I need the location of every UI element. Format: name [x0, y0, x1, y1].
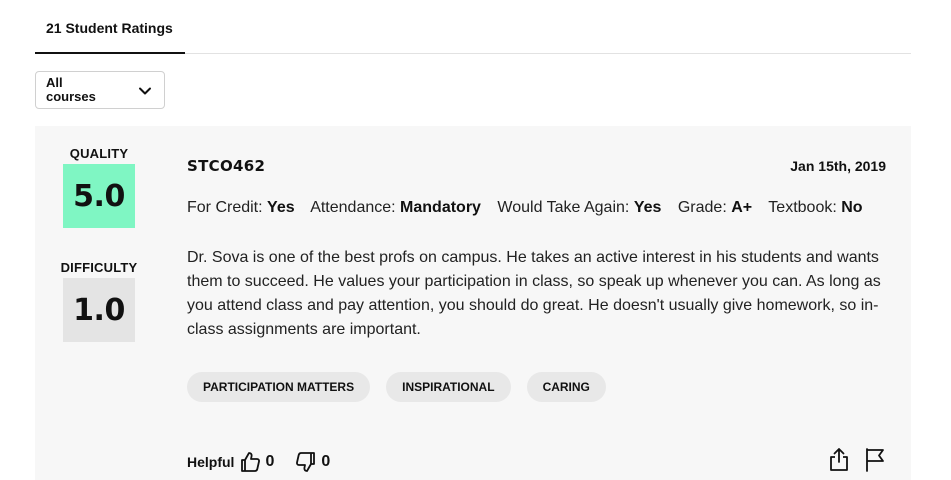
meta-grade: Grade: A+: [677, 199, 753, 216]
tag-inspirational: INSPIRATIONAL: [386, 372, 511, 402]
quality-label: QUALITY: [69, 146, 129, 161]
quality-score: 5.0: [63, 164, 135, 228]
rating-comment: Dr. Sova is one of the best profs on cam…: [187, 249, 881, 338]
difficulty-label: DIFFICULTY: [60, 260, 138, 275]
rating-meta: For Credit: Yes Attendance: Mandatory Wo…: [187, 199, 875, 217]
rating-date: Jan 15th, 2019: [790, 158, 886, 174]
thumbs-up-icon: [241, 452, 261, 472]
tag-caring: CARING: [526, 372, 606, 402]
meta-for-credit: For Credit: Yes: [187, 199, 295, 216]
meta-attendance: Attendance: Mandatory: [310, 199, 481, 216]
tag-participation-matters: PARTICIPATION MATTERS: [187, 372, 371, 402]
flag-icon[interactable]: [863, 446, 887, 472]
rating-actions: [827, 446, 887, 472]
meta-would-take-again: Would Take Again: Yes: [497, 199, 662, 216]
ratings-tabs: 21 Student Ratings: [35, 0, 911, 54]
chevron-down-icon: [139, 87, 151, 95]
rating-tags: PARTICIPATION MATTERS INSPIRATIONAL CARI…: [187, 372, 606, 402]
helpful-row: Helpful 0 0: [187, 449, 350, 475]
difficulty-score: 1.0: [63, 278, 135, 342]
course-filter-select[interactable]: All courses: [35, 71, 165, 109]
tab-student-ratings[interactable]: 21 Student Ratings: [35, 0, 185, 54]
thumbs-up-count: 0: [265, 453, 275, 470]
meta-textbook: Textbook: No: [768, 199, 863, 216]
helpful-label: Helpful: [187, 454, 235, 470]
rating-card: QUALITY 5.0 DIFFICULTY 1.0 STCO462 Jan 1…: [35, 126, 911, 480]
thumbs-down-button[interactable]: 0: [294, 450, 330, 474]
course-code: STCO462: [187, 157, 266, 175]
share-icon[interactable]: [827, 446, 851, 472]
thumbs-down-icon: [296, 452, 316, 472]
course-filter-value: All courses: [46, 75, 96, 104]
thumbs-up-button[interactable]: 0: [238, 450, 274, 474]
thumbs-down-count: 0: [321, 453, 331, 470]
